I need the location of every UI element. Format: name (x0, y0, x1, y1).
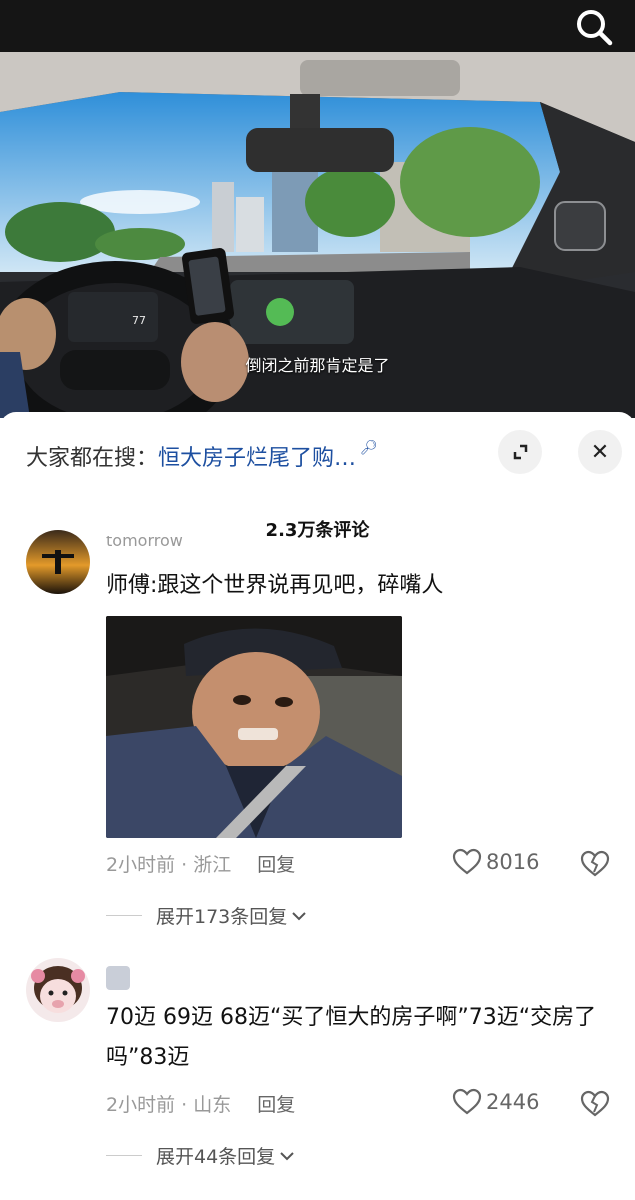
comment-text: 师傅:跟这个世界说再见吧，碎嘴人 (106, 573, 444, 598)
comment-time-location: 2小时前 · 浙江 (106, 854, 232, 876)
close-icon: ✕ (590, 439, 610, 465)
hot-search-prefix: 大家都在搜： (26, 446, 159, 471)
comment-username[interactable]: tomorrow (106, 536, 183, 552)
fullscreen-comments-button[interactable] (498, 430, 542, 474)
comment-image[interactable] (106, 616, 402, 838)
hot-search-bar[interactable]: 大家都在搜：恒大房子烂尾了购… 🔎︎ (26, 440, 378, 472)
user-badge-icon (106, 966, 130, 990)
chevron-down-icon (292, 911, 306, 920)
search-small-icon: 🔎︎ (360, 440, 378, 456)
reply-button[interactable]: 回复 (257, 1094, 295, 1116)
comment-meta: 2小时前 · 浙江 回复 (106, 850, 295, 877)
chevron-down-icon (280, 1151, 294, 1160)
broken-heart-icon (580, 850, 610, 877)
dashboard-speed-readout: 77 (132, 314, 146, 327)
search-button[interactable] (573, 6, 615, 48)
comment-meta: 2小时前 · 山东 回复 (106, 1090, 295, 1117)
dislike-button[interactable] (580, 850, 610, 882)
comment-count: 2.3万条评论 (265, 520, 370, 541)
reply-button[interactable]: 回复 (257, 854, 295, 876)
expand-replies-button[interactable]: 展开44条回复 (106, 1142, 295, 1169)
close-button[interactable]: ✕ (578, 430, 622, 474)
comment-avatar[interactable] (26, 530, 90, 594)
like-count: 2446 (486, 1090, 540, 1114)
expand-replies-label: 展开173条回复 (156, 906, 288, 928)
search-icon (577, 10, 613, 46)
comment-time-location: 2小时前 · 山东 (106, 1094, 232, 1116)
broken-heart-icon (580, 1090, 610, 1117)
like-button[interactable]: 2446 (452, 1088, 539, 1116)
expand-replies-label: 展开44条回复 (156, 1146, 276, 1168)
comments-sheet: 大家都在搜：恒大房子烂尾了购… 🔎︎ ✕ 2.3万条评论 tomorrow 师傅:… (0, 412, 635, 1200)
divider-line (106, 915, 142, 916)
dislike-button[interactable] (580, 1090, 610, 1122)
comment-avatar[interactable] (26, 958, 90, 1022)
divider-line (106, 1155, 142, 1156)
video-player[interactable]: 倒闭之前那肯定是了 (0, 52, 635, 418)
heart-icon (452, 1088, 482, 1115)
video-subtitle: 倒闭之前那肯定是了 (245, 356, 390, 375)
meme-image (106, 616, 402, 838)
hot-search-query[interactable]: 恒大房子烂尾了购… (158, 446, 356, 471)
like-count: 8016 (486, 850, 540, 874)
expand-icon (513, 444, 528, 460)
comment-text: 70迈 69迈 68迈“买了恒大的房子啊”73迈“交房了吗”83迈 (106, 1005, 597, 1070)
like-button[interactable]: 8016 (452, 848, 539, 876)
top-bar (0, 0, 635, 52)
expand-replies-button[interactable]: 展开173条回复 (106, 902, 307, 929)
heart-icon (452, 848, 482, 875)
